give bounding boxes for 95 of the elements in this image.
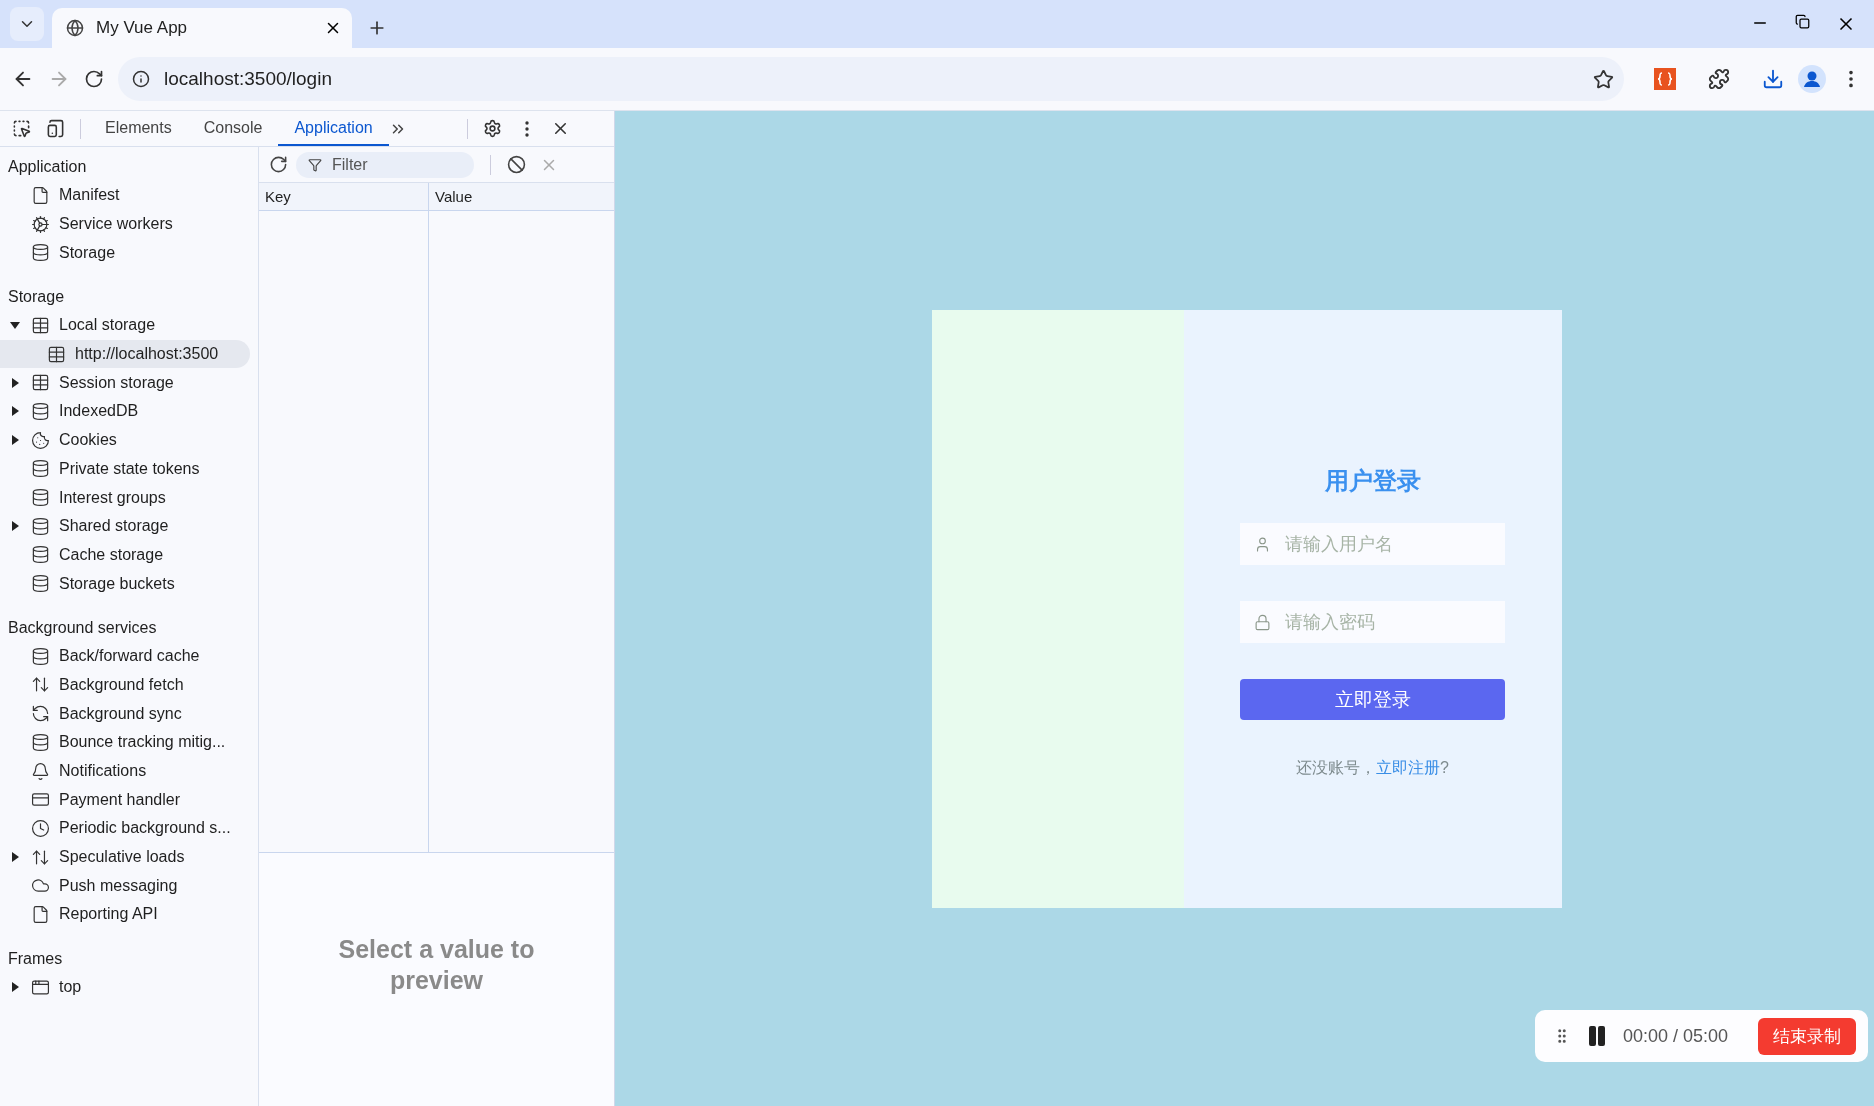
tab-title: My Vue App	[96, 18, 189, 38]
database-icon	[31, 243, 50, 263]
login-title: 用户登录	[1324, 466, 1421, 496]
database-icon	[31, 516, 50, 536]
inspect-cursor-icon	[11, 119, 31, 138]
filter-input[interactable]: Filter	[330, 154, 454, 175]
sidebar-item[interactable]: Service workers	[0, 209, 250, 239]
username-input[interactable]: 请输入用户名	[1283, 532, 1491, 556]
sidebar-item[interactable]: Payment handler	[0, 785, 250, 815]
sidebar-item[interactable]: top	[0, 972, 250, 1002]
bookmark-star-icon[interactable]	[1593, 68, 1614, 90]
sidebar-item[interactable]: Storage	[0, 238, 250, 268]
restore-icon[interactable]	[1795, 14, 1810, 29]
table-icon	[31, 315, 50, 335]
file-icon	[31, 904, 50, 924]
devtools-tab[interactable]: Application	[278, 111, 389, 146]
collapsed-arrow-icon[interactable]	[10, 982, 20, 993]
sidebar-item[interactable]: Local storage	[0, 311, 250, 340]
up-down-arrows-icon	[31, 675, 50, 695]
preview-message: Select a value to preview	[337, 933, 536, 996]
collapsed-arrow-icon[interactable]	[10, 406, 20, 417]
username-field[interactable]: 请输入用户名	[1240, 523, 1505, 565]
settings-icon	[483, 119, 503, 138]
password-field[interactable]: 请输入密码	[1240, 601, 1505, 643]
sidebar-item[interactable]: Cache storage	[0, 540, 250, 570]
extension-icon[interactable]	[1654, 68, 1676, 90]
url-text: localhost:3500/login	[164, 68, 333, 90]
info-icon[interactable]	[132, 70, 150, 88]
filter-field[interactable]: Filter	[296, 151, 474, 178]
recording-time: 00:00 / 05:00	[1623, 1025, 1730, 1047]
sidebar-item[interactable]: Storage buckets	[0, 569, 250, 598]
sync-icon	[31, 704, 50, 724]
database-icon	[31, 488, 50, 508]
bell-icon	[31, 761, 50, 781]
password-input[interactable]: 请输入密码	[1283, 610, 1491, 634]
collapsed-arrow-icon[interactable]	[10, 521, 20, 532]
login-button[interactable]: 立即登录	[1240, 679, 1505, 720]
sidebar-item[interactable]: Background sync	[0, 699, 250, 728]
clear-all-icon[interactable]	[507, 155, 526, 174]
sidebar-item[interactable]: Cookies	[0, 425, 250, 455]
section-heading: Application	[7, 157, 88, 177]
collapsed-arrow-icon[interactable]	[10, 852, 20, 863]
up-down-arrows-icon	[31, 847, 50, 867]
sidebar-item[interactable]: Session storage	[0, 368, 250, 398]
database-icon	[31, 401, 50, 421]
puzzle-icon[interactable]	[1708, 68, 1730, 90]
sidebar-item[interactable]: Push messaging	[0, 871, 250, 901]
profile-avatar-icon[interactable]	[1798, 65, 1826, 93]
column-header[interactable]: Key	[259, 183, 429, 211]
section-heading: Frames	[7, 948, 64, 969]
database-icon	[31, 646, 50, 666]
column-header[interactable]: Value	[429, 183, 614, 211]
sidebar-item[interactable]: Bounce tracking mitig...	[0, 728, 250, 757]
cookie-icon	[31, 430, 50, 450]
sidebar-item[interactable]: Private state tokens	[0, 454, 250, 484]
lock-icon	[1254, 613, 1271, 631]
database-icon	[31, 459, 50, 479]
sidebar-item[interactable]: Shared storage	[0, 511, 250, 541]
database-icon	[31, 732, 50, 752]
sidebar-item[interactable]: Interest groups	[0, 483, 250, 512]
file-icon	[31, 185, 50, 205]
section-heading: Storage	[7, 287, 66, 308]
sidebar-item[interactable]: http://localhost:3500	[0, 339, 250, 369]
address-bar[interactable]: localhost:3500/login	[118, 57, 1624, 101]
table-icon	[31, 373, 50, 393]
section-heading: Background services	[7, 617, 158, 638]
globe-icon	[66, 19, 84, 37]
database-icon	[31, 574, 50, 594]
sidebar-item[interactable]: Speculative loads	[0, 842, 250, 872]
collapsed-arrow-icon[interactable]	[10, 435, 20, 446]
expanded-arrow-icon[interactable]	[10, 320, 20, 331]
sidebar-item[interactable]: Periodic background s...	[0, 814, 250, 843]
sidebar-item[interactable]: Notifications	[0, 756, 250, 786]
more-options-icon	[524, 120, 529, 137]
table-icon	[47, 344, 66, 364]
sidebar-item[interactable]: Back/forward cache	[0, 641, 250, 671]
user-icon	[1254, 535, 1271, 553]
sidebar-item[interactable]: Reporting API	[0, 900, 250, 929]
sidebar-item[interactable]: Background fetch	[0, 670, 250, 700]
reload-icon[interactable]	[84, 69, 104, 89]
devices-icon	[45, 119, 65, 138]
devtools-tab[interactable]: Console	[187, 111, 279, 146]
register-prompt: 还没账号，立即注册?	[1296, 758, 1449, 778]
devtools-tab[interactable]: Elements	[89, 111, 188, 146]
filter-icon	[308, 157, 322, 172]
database-icon	[31, 545, 50, 565]
collapsed-arrow-icon[interactable]	[10, 377, 20, 388]
refresh-icon[interactable]	[269, 155, 288, 174]
stop-recording-button[interactable]: 结束录制	[1758, 1017, 1856, 1055]
browser-tab[interactable]: My Vue App	[52, 8, 352, 48]
clock-icon	[31, 818, 50, 838]
sidebar-item[interactable]: IndexedDB	[0, 397, 250, 426]
gear-icon	[31, 214, 50, 234]
download-icon[interactable]	[1762, 68, 1784, 90]
sidebar-item[interactable]: Manifest	[0, 181, 250, 210]
